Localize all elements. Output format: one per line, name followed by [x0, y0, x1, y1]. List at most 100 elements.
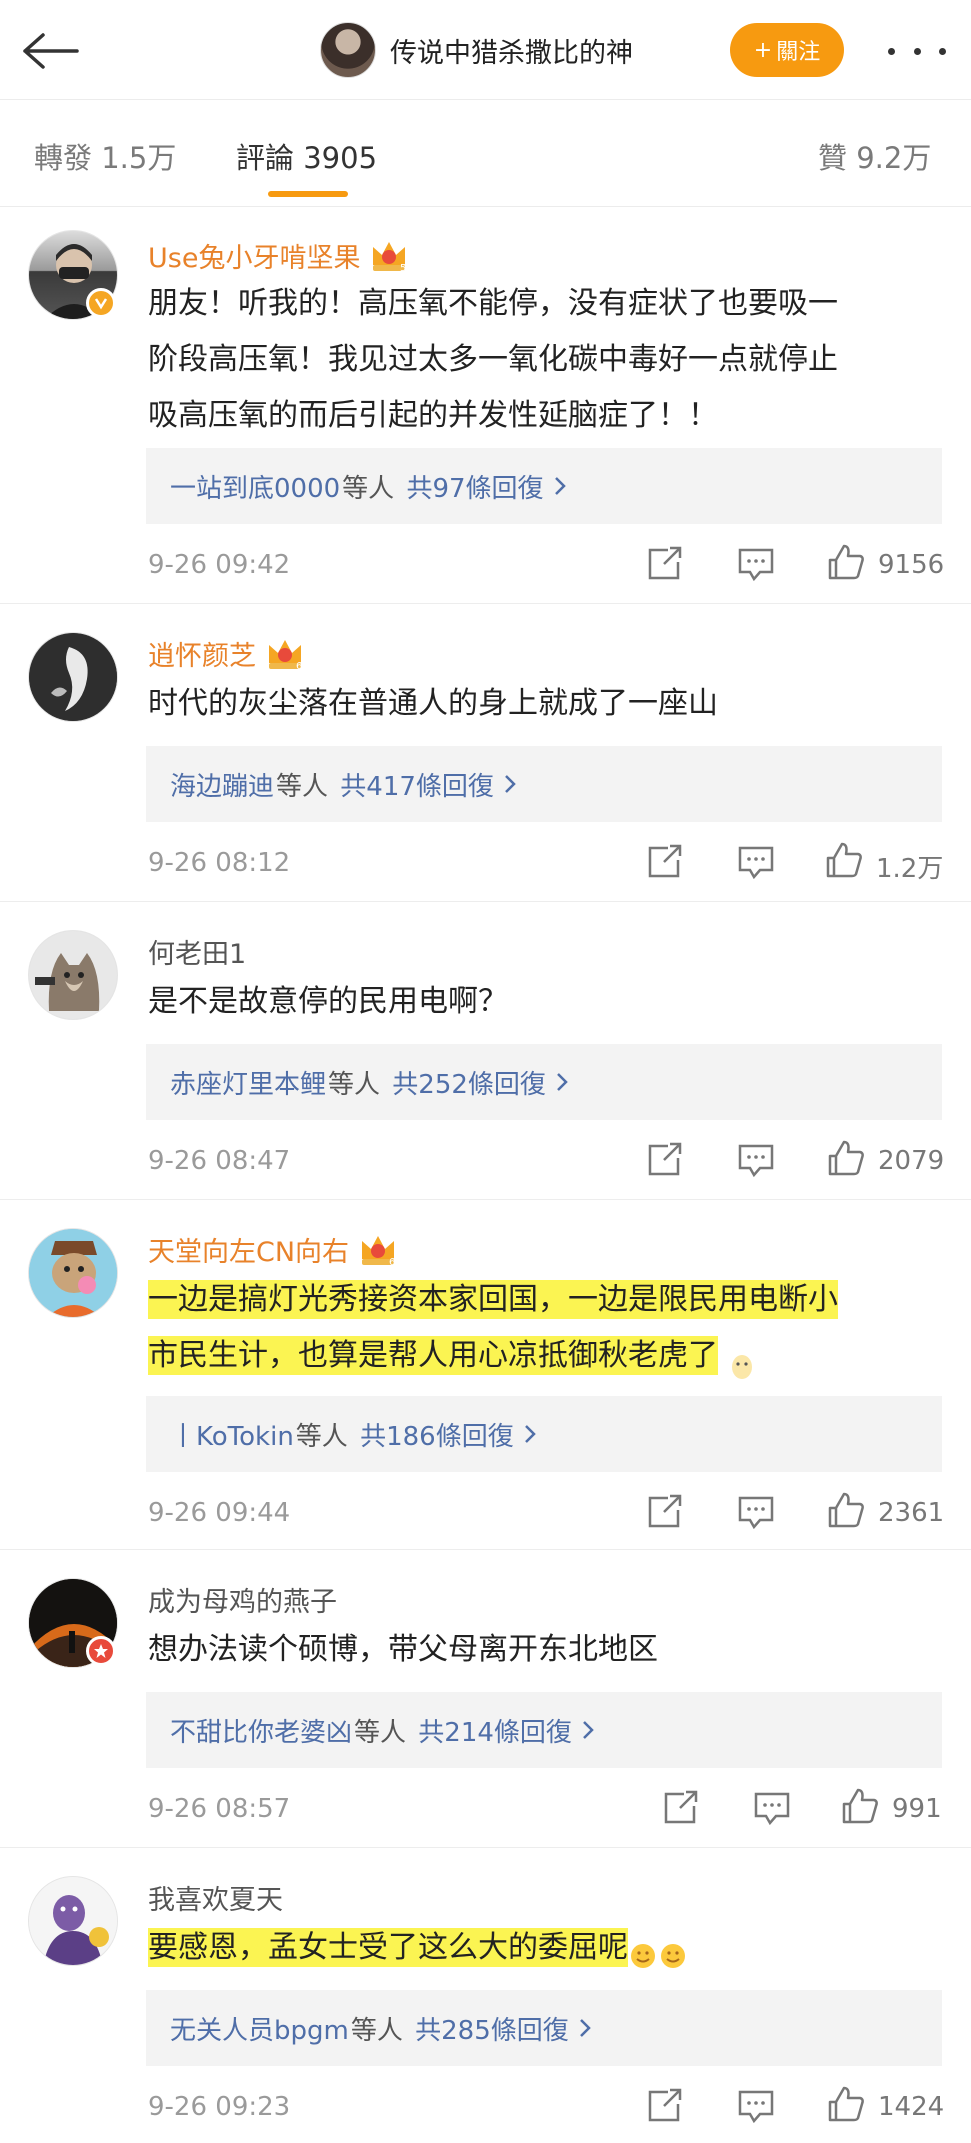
emoji-icon — [628, 1934, 688, 1968]
timestamp: 9-26 09:44 — [148, 1498, 291, 1528]
tab-comments[interactable]: 評論 3905 — [236, 135, 377, 177]
crown-icon: 5 — [373, 241, 407, 273]
timestamp: 9-26 09:42 — [148, 550, 291, 580]
reply-count[interactable]: 共97條回復 — [406, 468, 543, 505]
reply-summary[interactable]: 不甜比你老婆凶 等人 共214條回復 — [146, 1692, 942, 1768]
username[interactable]: Use兔小牙啃坚果 — [148, 236, 360, 275]
share-icon[interactable] — [644, 1140, 688, 1180]
tab-reposts[interactable]: 轉發 1.5万 — [34, 135, 176, 177]
comment-line: 阶段高压氧！我见过太多一氧化碳中毒好一点就停止 — [148, 342, 838, 377]
plus-icon: + — [753, 37, 773, 63]
tab-likes[interactable]: 贊 9.2万 — [818, 135, 931, 177]
like-icon[interactable] — [824, 542, 868, 582]
author-name[interactable]: 传说中猎杀撒比的神 — [390, 31, 633, 70]
comment-icon[interactable] — [750, 1788, 794, 1828]
like-count: 1.2万 — [876, 854, 944, 884]
like-icon[interactable] — [822, 840, 866, 880]
author-info[interactable]: 传说中猎杀撒比的神 — [320, 22, 633, 78]
comment-icon[interactable] — [734, 842, 778, 882]
reply-names[interactable]: 海边蹦迪 — [170, 766, 274, 803]
reply-summary[interactable]: 一站到底0000 等人 共97條回復 — [146, 448, 942, 524]
top-bar: 传说中猎杀撒比的神 + 關注 — [0, 0, 971, 100]
highlighted-text: 市民生计，也算是帮人用心凉抵御秋老虎了 — [148, 1336, 718, 1375]
comment-icon[interactable] — [734, 2086, 778, 2126]
verified-icon — [86, 288, 116, 318]
chevron-right-icon — [524, 1425, 536, 1443]
like-icon[interactable] — [824, 2084, 868, 2124]
username[interactable]: 我喜欢夏天 — [148, 1878, 283, 1917]
reply-names[interactable]: 一站到底0000 — [170, 468, 340, 505]
reply-summary[interactable]: 丨KoTokin 等人 共186條回復 — [146, 1396, 942, 1472]
reply-names[interactable]: 丨KoTokin — [170, 1416, 294, 1453]
reply-connector: 等人 — [342, 473, 395, 504]
comment-icon[interactable] — [734, 1140, 778, 1180]
avatar[interactable] — [28, 1876, 118, 1966]
comment-line: 是不是故意停的民用电啊？ — [148, 984, 508, 1019]
comment-text: 是不是故意停的民用电啊？ — [148, 974, 938, 1030]
reply-summary[interactable]: 无关人员bpgm 等人 共285條回復 — [146, 1990, 942, 2066]
avatar[interactable] — [28, 1228, 118, 1318]
comment-text: 一边是搞灯光秀接资本家回国，一边是限民用电断小 市民生计，也算是帮人用心凉抵御秋… — [148, 1272, 938, 1384]
comment-item: 何老田1 是不是故意停的民用电啊？ 赤座灯里本鲤 等人 共252條回復 9-26 … — [0, 902, 971, 1200]
share-icon[interactable] — [644, 2086, 688, 2126]
comment-line: 吸高压氧的而后引起的并发性延脑症了！！ — [148, 398, 718, 433]
username-row[interactable]: 天堂向左CN向右 6 — [148, 1230, 397, 1269]
crown-icon: 6 — [269, 639, 302, 671]
share-icon[interactable] — [644, 842, 688, 882]
comment-item: 成为母鸡的燕子 想办法读个硕博，带父母离开东北地区 不甜比你老婆凶 等人 共214… — [0, 1550, 971, 1848]
comment-text: 要感恩，孟女士受了这么大的委屈呢 — [148, 1920, 938, 1976]
reply-summary[interactable]: 海边蹦迪 等人 共417條回復 — [146, 746, 942, 822]
like-icon[interactable] — [824, 1490, 868, 1530]
reply-names[interactable]: 不甜比你老婆凶 — [170, 1712, 352, 1749]
comment-item: 逍怀颜芝 6 时代的灰尘落在普通人的身上就成了一座山 海边蹦迪 等人 共417條回… — [0, 604, 971, 902]
reply-connector: 等人 — [295, 1421, 348, 1452]
reply-connector: 等人 — [276, 771, 329, 802]
comment-icon[interactable] — [734, 1492, 778, 1532]
comment-text: 朋友！听我的！高压氧不能停，没有症状了也要吸一 阶段高压氧！我见过太多一氧化碳中… — [148, 276, 938, 444]
chevron-right-icon — [554, 477, 566, 495]
comment-icon[interactable] — [734, 544, 778, 584]
more-button[interactable] — [888, 34, 946, 68]
share-icon[interactable] — [644, 1492, 688, 1532]
author-avatar[interactable] — [320, 22, 376, 78]
reply-names[interactable]: 赤座灯里本鲤 — [170, 1064, 326, 1101]
reply-names[interactable]: 无关人员bpgm — [170, 2010, 349, 2047]
reply-count[interactable]: 共417條回復 — [340, 766, 494, 803]
reply-count[interactable]: 共214條回復 — [418, 1712, 572, 1749]
svg-text:6: 6 — [296, 661, 302, 671]
chevron-right-icon — [557, 1073, 568, 1091]
back-button[interactable] — [18, 24, 82, 78]
active-tab-indicator — [268, 191, 348, 197]
follow-label: 關注 — [776, 40, 821, 65]
comment-line: 市民生计，也算是帮人用心凉抵御秋老虎了 — [148, 1328, 938, 1384]
username-row[interactable]: 成为母鸡的燕子 — [148, 1580, 337, 1619]
username-row[interactable]: 何老田1 — [148, 932, 246, 971]
like-count: 1424 — [878, 2092, 945, 2122]
reply-count[interactable]: 共252條回復 — [392, 1064, 546, 1101]
reply-connector: 等人 — [328, 1069, 381, 1100]
avatar[interactable] — [28, 632, 118, 722]
timestamp: 9-26 08:47 — [148, 1146, 291, 1176]
reply-count[interactable]: 共285條回復 — [415, 2010, 569, 2047]
chevron-right-icon — [583, 1721, 594, 1739]
like-icon[interactable] — [838, 1786, 882, 1826]
avatar-image — [29, 1229, 117, 1317]
username-row[interactable]: 我喜欢夏天 — [148, 1878, 283, 1917]
timestamp: 9-26 09:23 — [148, 2092, 291, 2122]
avatar[interactable] — [28, 930, 118, 1020]
username[interactable]: 逍怀颜芝 — [148, 634, 256, 673]
more-icon — [888, 47, 895, 55]
like-icon[interactable] — [824, 1138, 868, 1178]
follow-button[interactable]: + 關注 — [730, 23, 844, 77]
avatar-image — [29, 633, 117, 721]
username-row[interactable]: Use兔小牙啃坚果 5 — [148, 236, 408, 275]
share-icon[interactable] — [644, 544, 688, 584]
username[interactable]: 成为母鸡的燕子 — [148, 1580, 337, 1619]
reply-summary[interactable]: 赤座灯里本鲤 等人 共252條回復 — [146, 1044, 942, 1120]
highlighted-text: 一边是搞灯光秀接资本家回国，一边是限民用电断小 — [148, 1280, 838, 1319]
reply-count[interactable]: 共186條回復 — [360, 1416, 514, 1453]
username[interactable]: 何老田1 — [148, 932, 246, 971]
username[interactable]: 天堂向左CN向右 — [148, 1230, 349, 1269]
share-icon[interactable] — [660, 1788, 704, 1828]
username-row[interactable]: 逍怀颜芝 6 — [148, 634, 304, 673]
